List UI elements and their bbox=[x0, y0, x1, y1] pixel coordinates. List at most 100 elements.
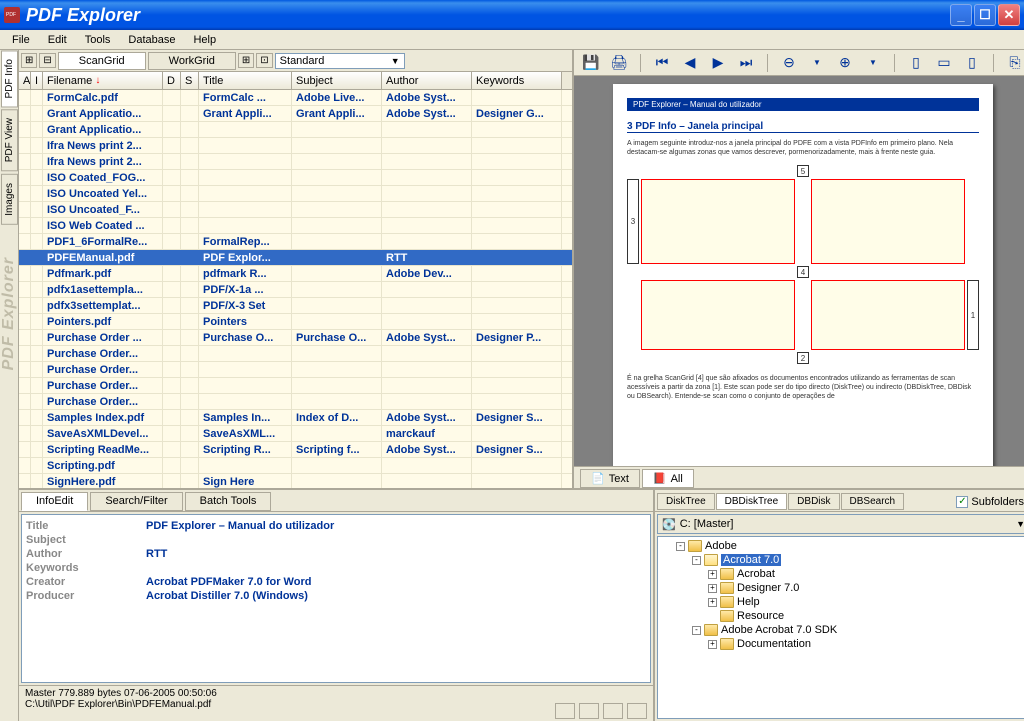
table-row[interactable]: Purchase Order ...Purchase O...Purchase … bbox=[19, 330, 572, 346]
status-btn-4[interactable] bbox=[627, 703, 647, 719]
table-row[interactable]: ISO Uncoated Yel... bbox=[19, 186, 572, 202]
tree-node[interactable]: -Acrobat 7.0 bbox=[660, 553, 1024, 567]
col-d[interactable]: D bbox=[163, 72, 181, 89]
grid-body[interactable]: FormCalc.pdfFormCalc ...Adobe Live...Ado… bbox=[19, 90, 572, 488]
table-row[interactable]: Pdfmark.pdfpdfmark R...Adobe Dev... bbox=[19, 266, 572, 282]
ptab-all[interactable]: 📕All bbox=[642, 469, 694, 488]
table-row[interactable]: Scripting.pdf bbox=[19, 458, 572, 474]
vtab-pdf-view[interactable]: PDF View bbox=[1, 109, 18, 171]
tree-node[interactable]: +Documentation bbox=[660, 637, 1024, 651]
save-icon[interactable]: 💾 bbox=[580, 53, 602, 73]
table-row[interactable]: ISO Coated_FOG... bbox=[19, 170, 572, 186]
table-row[interactable]: PDFEManual.pdfPDF Explor...RTT bbox=[19, 250, 572, 266]
col-subject[interactable]: Subject bbox=[292, 72, 382, 89]
menu-database[interactable]: Database bbox=[120, 32, 183, 48]
table-row[interactable]: Ifra News print 2... bbox=[19, 154, 572, 170]
page-icon-3[interactable]: ▯ bbox=[961, 53, 983, 73]
table-row[interactable]: Purchase Order... bbox=[19, 378, 572, 394]
tree-node[interactable]: -Adobe Acrobat 7.0 SDK bbox=[660, 623, 1024, 637]
copy-icon[interactable]: ⎘ bbox=[1004, 53, 1024, 73]
btab-batch[interactable]: Batch Tools bbox=[185, 492, 272, 511]
grid-tool-1[interactable]: ⊞ bbox=[21, 53, 37, 68]
menu-edit[interactable]: Edit bbox=[40, 32, 75, 48]
table-row[interactable]: SaveAsXMLDevel...SaveAsXML...marckauf bbox=[19, 426, 572, 442]
expand-icon[interactable]: + bbox=[708, 598, 717, 607]
first-page-icon[interactable]: ⏮ bbox=[651, 53, 673, 73]
table-row[interactable]: Samples Index.pdfSamples In...Index of D… bbox=[19, 410, 572, 426]
table-row[interactable]: Pointers.pdfPointers bbox=[19, 314, 572, 330]
grid-tool-4[interactable]: ⊡ bbox=[256, 53, 272, 68]
tab-scangrid[interactable]: ScanGrid bbox=[58, 52, 146, 70]
tree-node[interactable]: +Acrobat bbox=[660, 567, 1024, 581]
next-page-icon[interactable]: ▶ bbox=[707, 53, 729, 73]
print-icon[interactable]: 🖨 bbox=[608, 53, 630, 73]
zoom-in-icon[interactable]: ⊕ bbox=[834, 53, 856, 73]
tree-node[interactable]: Resource bbox=[660, 609, 1024, 623]
grid-tool-3[interactable]: ⊞ bbox=[238, 53, 254, 68]
tree-node[interactable]: -Adobe bbox=[660, 539, 1024, 553]
col-i[interactable]: I bbox=[31, 72, 43, 89]
table-row[interactable]: Scripting ReadMe...Scripting R...Scripti… bbox=[19, 442, 572, 458]
col-title[interactable]: Title bbox=[199, 72, 292, 89]
table-row[interactable]: pdfx1asettempla...PDF/X-1a ... bbox=[19, 282, 572, 298]
table-row[interactable]: Grant Applicatio... bbox=[19, 122, 572, 138]
prev-page-icon[interactable]: ◀ bbox=[679, 53, 701, 73]
tab-workgrid[interactable]: WorkGrid bbox=[148, 52, 236, 70]
col-s[interactable]: S bbox=[181, 72, 199, 89]
table-row[interactable]: FormCalc.pdfFormCalc ...Adobe Live...Ado… bbox=[19, 90, 572, 106]
zoom-dropdown-1[interactable]: ▼ bbox=[806, 53, 828, 73]
status-btn-3[interactable] bbox=[603, 703, 623, 719]
table-row[interactable]: ISO Uncoated_F... bbox=[19, 202, 572, 218]
expand-icon[interactable]: + bbox=[708, 640, 717, 649]
zoom-out-icon[interactable]: ⊖ bbox=[778, 53, 800, 73]
tree-node[interactable]: +Designer 7.0 bbox=[660, 581, 1024, 595]
tree-node[interactable]: +Help bbox=[660, 595, 1024, 609]
layout-combo[interactable]: Standard▼ bbox=[275, 53, 405, 69]
page-preview[interactable]: PDF Explorer – Manual do utilizador 3 PD… bbox=[574, 76, 1024, 466]
vtab-images[interactable]: Images bbox=[1, 174, 18, 225]
expand-icon[interactable]: + bbox=[708, 584, 717, 593]
maximize-button[interactable]: ☐ bbox=[974, 4, 996, 26]
table-row[interactable]: pdfx3settemplat...PDF/X-3 Set bbox=[19, 298, 572, 314]
status-btn-2[interactable] bbox=[579, 703, 599, 719]
menu-file[interactable]: File bbox=[4, 32, 38, 48]
page-icon-1[interactable]: ▯ bbox=[905, 53, 927, 73]
expand-icon[interactable]: - bbox=[692, 626, 701, 635]
table-row[interactable]: Ifra News print 2... bbox=[19, 138, 572, 154]
col-author[interactable]: Author bbox=[382, 72, 472, 89]
last-page-icon[interactable]: ⏭ bbox=[735, 53, 757, 73]
btab-search[interactable]: Search/Filter bbox=[90, 492, 182, 511]
zoom-dropdown-2[interactable]: ▼ bbox=[862, 53, 884, 73]
table-row[interactable]: Purchase Order... bbox=[19, 346, 572, 362]
close-button[interactable]: ✕ bbox=[998, 4, 1020, 26]
menu-tools[interactable]: Tools bbox=[77, 32, 119, 48]
page-icon-2[interactable]: ▭ bbox=[933, 53, 955, 73]
expand-icon[interactable]: - bbox=[692, 556, 701, 565]
trtab-dbdisk[interactable]: DBDisk bbox=[788, 493, 839, 510]
info-box[interactable]: TitlePDF Explorer – Manual do utilizador… bbox=[21, 514, 651, 683]
table-row[interactable]: Purchase Order... bbox=[19, 362, 572, 378]
col-keywords[interactable]: Keywords bbox=[472, 72, 562, 89]
expand-icon[interactable]: - bbox=[676, 542, 685, 551]
trtab-dbdisktree[interactable]: DBDiskTree bbox=[716, 493, 788, 510]
expand-icon[interactable]: + bbox=[708, 570, 717, 579]
subfolders-check[interactable]: ✓Subfolders bbox=[956, 496, 1024, 508]
grid-tool-2[interactable]: ⊟ bbox=[39, 53, 55, 68]
minimize-button[interactable]: _ bbox=[950, 4, 972, 26]
trtab-disktree[interactable]: DiskTree bbox=[657, 493, 715, 510]
menu-help[interactable]: Help bbox=[185, 32, 224, 48]
col-filename[interactable]: Filename ↓ bbox=[43, 72, 163, 89]
btab-infoedit[interactable]: InfoEdit bbox=[21, 492, 88, 511]
trtab-dbsearch[interactable]: DBSearch bbox=[841, 493, 905, 510]
table-row[interactable]: PDF1_6FormalRe...FormalRep... bbox=[19, 234, 572, 250]
drive-header[interactable]: 💽 C: [Master] ▼ bbox=[657, 514, 1024, 534]
table-row[interactable]: ISO Web Coated ... bbox=[19, 218, 572, 234]
table-row[interactable]: SignHere.pdfSign Here bbox=[19, 474, 572, 488]
table-row[interactable]: Purchase Order... bbox=[19, 394, 572, 410]
table-row[interactable]: Grant Applicatio...Grant Appli...Grant A… bbox=[19, 106, 572, 122]
vtab-pdf-info[interactable]: PDF Info bbox=[1, 50, 18, 107]
ptab-text[interactable]: 📄Text bbox=[580, 469, 640, 488]
status-btn-1[interactable] bbox=[555, 703, 575, 719]
folder-tree[interactable]: -Adobe-Acrobat 7.0+Acrobat+Designer 7.0+… bbox=[657, 536, 1024, 719]
col-a[interactable]: A bbox=[19, 72, 31, 89]
